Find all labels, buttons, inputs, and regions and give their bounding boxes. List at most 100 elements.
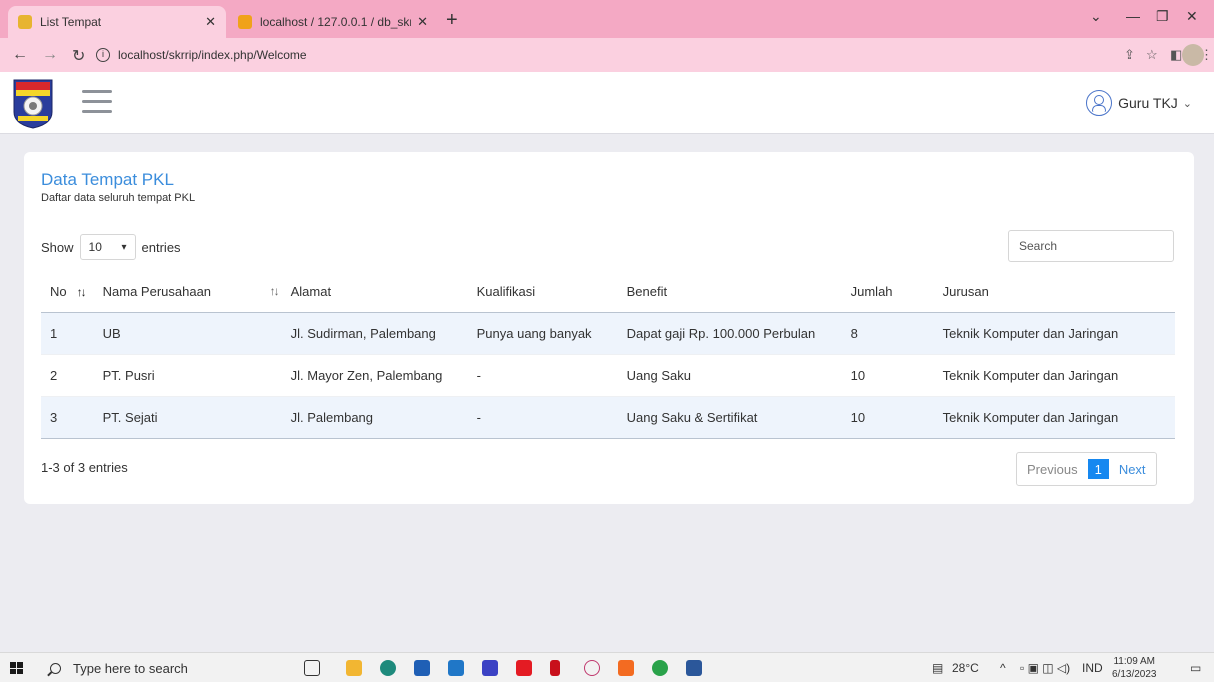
site-info-icon[interactable]: i — [96, 48, 110, 62]
browser-tab-bar: List Tempat ✕ localhost / 127.0.0.1 / db… — [0, 0, 1214, 38]
cell-nama-perusahaan: PT. Sejati — [93, 395, 282, 439]
youtube-icon[interactable] — [516, 660, 532, 676]
back-arrow-icon[interactable]: ← — [12, 46, 28, 64]
task-view-icon[interactable] — [304, 660, 320, 676]
data-card: Data Tempat PKL Daftar data seluruh temp… — [24, 152, 1194, 504]
column-header-alamat[interactable]: Alamat — [281, 272, 468, 313]
cell-benefit: Dapat gaji Rp. 100.000 Perbulan — [626, 325, 816, 341]
tray-icons[interactable]: ▫ ▣ ◫ ◁) — [1020, 661, 1070, 675]
column-header-no[interactable]: No ↑↓ — [41, 272, 94, 313]
school-logo — [13, 79, 53, 129]
xampp-icon[interactable] — [618, 660, 634, 676]
close-tab-icon[interactable]: ✕ — [205, 14, 216, 30]
taskbar-search-box[interactable]: Type here to search — [38, 655, 284, 681]
cell-jumlah: 8 — [850, 325, 858, 341]
browser-profile-avatar[interactable] — [1182, 44, 1204, 66]
page-title: Data Tempat PKL — [41, 170, 174, 189]
url-text: localhost/skrrip/index.php/Welcome — [118, 48, 307, 62]
cell-jumlah: 10 — [841, 353, 934, 396]
user-menu[interactable]: Guru TKJ ⌄ — [1086, 90, 1192, 116]
notification-icon[interactable]: ▭ — [1190, 661, 1201, 675]
windows-start-icon[interactable] — [10, 662, 24, 674]
cell-benefit: Uang Saku — [617, 353, 842, 396]
close-tab-icon[interactable]: ✕ — [417, 14, 428, 30]
cell-alamat: Jl. Mayor Zen, Palembang — [281, 353, 468, 396]
word-icon[interactable] — [686, 660, 702, 676]
column-header-benefit[interactable]: Benefit — [617, 272, 842, 313]
minimize-icon[interactable]: — — [1126, 8, 1140, 24]
tab-search-chevron-icon[interactable]: ⌄ — [1090, 8, 1102, 25]
app-icon[interactable] — [584, 660, 600, 676]
column-header-kualifikasi[interactable]: Kualifikasi — [467, 272, 618, 313]
cell-jurusan: Teknik Komputer dan Jaringan — [942, 325, 1119, 341]
previous-page-button[interactable]: Previous — [1017, 453, 1088, 485]
forward-arrow-icon[interactable]: → — [42, 46, 58, 64]
cell-jurusan: Teknik Komputer dan Jaringan — [933, 353, 1175, 396]
tab-phpmyadmin[interactable]: localhost / 127.0.0.1 / db_skripsi ✕ — [228, 6, 438, 38]
cell-no: 1 — [50, 325, 58, 341]
edge-icon[interactable] — [380, 660, 396, 676]
hamburger-menu-icon[interactable] — [82, 90, 112, 114]
entries-length-control: Show 10 ▾ entries — [41, 234, 181, 260]
reload-icon[interactable]: ↻ — [72, 46, 85, 66]
restore-icon[interactable]: ❐ — [1156, 8, 1169, 25]
user-name: Guru TKJ — [1118, 95, 1178, 111]
cell-jurusan: Teknik Komputer dan Jaringan — [933, 395, 1175, 439]
pagination: Previous 1 Next — [1016, 452, 1157, 486]
taskbar-search-placeholder: Type here to search — [73, 660, 188, 676]
page-1-button[interactable]: 1 — [1087, 459, 1109, 479]
chevron-down-icon: ⌄ — [1182, 97, 1192, 110]
entries-select[interactable]: 10 ▾ — [79, 234, 136, 260]
chevron-down-icon: ▾ — [121, 241, 127, 253]
cell-jumlah: 10 — [841, 395, 934, 439]
column-header-nama-perusahaan[interactable]: Nama Perusahaan ↑↓ — [93, 272, 282, 313]
tray-chevron-up-icon[interactable]: ^ — [1000, 661, 1006, 675]
table-row: 1 UB Jl. Sudirman, Palembang Punya uang … — [41, 312, 1175, 354]
sort-icon: ↑↓ — [76, 285, 87, 300]
cell-kualifikasi: Punya uang banyak — [476, 325, 592, 341]
table-row: 2 PT. Pusri Jl. Mayor Zen, Palembang - U… — [41, 353, 1175, 396]
cell-kualifikasi: - — [467, 395, 618, 439]
search-icon — [50, 662, 61, 674]
address-bar[interactable]: i localhost/skrrip/index.php/Welcome — [96, 43, 1116, 67]
tab-list-tempat[interactable]: List Tempat ✕ — [8, 6, 226, 38]
netflix-icon[interactable] — [550, 660, 560, 676]
cell-nama-perusahaan: PT. Pusri — [93, 353, 282, 396]
store-icon[interactable] — [414, 660, 430, 676]
browser-toolbar: ← → ↻ i localhost/skrrip/index.php/Welco… — [0, 38, 1214, 72]
app-icon[interactable] — [482, 660, 498, 676]
entries-select-value: 10 — [88, 240, 102, 254]
column-header-jumlah[interactable]: Jumlah — [841, 272, 934, 313]
cell-nama-perusahaan: UB — [102, 325, 121, 341]
phpmyadmin-favicon-icon — [238, 15, 252, 29]
new-tab-icon[interactable]: + — [446, 9, 458, 32]
table-info: 1-3 of 3 entries — [41, 460, 128, 475]
close-window-icon[interactable]: ✕ — [1186, 8, 1198, 25]
side-panel-icon[interactable]: ◧ — [1170, 47, 1182, 63]
cell-benefit: Uang Saku & Sertifikat — [617, 395, 842, 439]
windows-taskbar: Type here to search ▤ 28°C ^ ▫ ▣ ◫ ◁) IN… — [0, 652, 1214, 682]
table-row: 3 PT. Sejati Jl. Palembang - Uang Saku &… — [41, 395, 1175, 439]
site-favicon-icon — [18, 15, 32, 29]
file-explorer-icon[interactable] — [346, 660, 362, 676]
column-header-jurusan[interactable]: Jurusan — [933, 272, 1175, 313]
weather-icon[interactable]: ▤ — [932, 661, 943, 675]
language-indicator[interactable]: IND — [1082, 661, 1103, 675]
next-page-button[interactable]: Next — [1109, 453, 1156, 485]
cell-alamat: Jl. Palembang — [281, 395, 468, 439]
table-header-row: No ↑↓ Nama Perusahaan ↑↓ Alamat Kualifikas… — [41, 272, 1175, 313]
share-icon[interactable]: ⇪ — [1124, 47, 1135, 63]
search-input[interactable] — [1008, 230, 1174, 262]
chrome-icon[interactable] — [652, 660, 668, 676]
tab-title: localhost / 127.0.0.1 / db_skripsi — [260, 15, 411, 29]
cell-no: 2 — [41, 353, 94, 396]
app-header: Guru TKJ ⌄ — [0, 72, 1214, 134]
clock-time: 11:09 AM — [1113, 656, 1155, 667]
tab-title: List Tempat — [40, 15, 102, 29]
bookmark-star-icon[interactable]: ☆ — [1146, 47, 1158, 63]
sort-icon: ↑↓ — [269, 284, 280, 299]
weather-temperature[interactable]: 28°C — [952, 661, 979, 675]
cell-no: 3 — [41, 395, 94, 439]
mail-icon[interactable] — [448, 660, 464, 676]
taskbar-clock[interactable]: 11:09 AM 6/13/2023 — [1112, 655, 1157, 681]
